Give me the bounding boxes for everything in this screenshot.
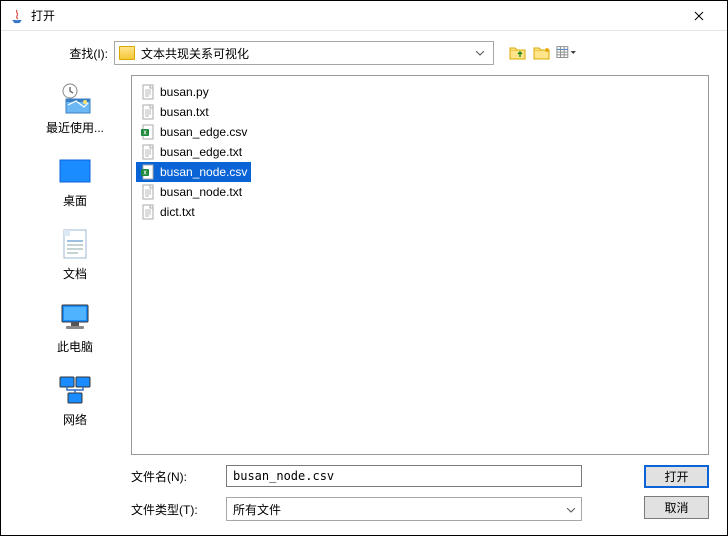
bottom-row: 文件名(N): 文件类型(T): 所有文件 打开 取消 <box>19 465 709 521</box>
sidebar-item-documents[interactable]: 文档 <box>19 227 131 282</box>
file-type-label: 文件类型(T): <box>131 501 226 518</box>
file-name: busan.py <box>160 85 209 99</box>
file-item[interactable]: busan_node.txt <box>136 182 246 202</box>
open-button[interactable]: 打开 <box>644 465 709 488</box>
text-file-icon <box>140 204 156 220</box>
sidebar-item-label: 网络 <box>63 411 87 428</box>
main-row: 最近使用... 桌面文档此电脑网络 busan.py busan.txt Xbusan… <box>19 75 709 455</box>
text-file-icon <box>140 84 156 100</box>
sidebar-item-label: 最近使用... <box>46 119 104 136</box>
folder-icon <box>119 46 135 60</box>
excel-file-icon: X <box>140 124 156 140</box>
file-item[interactable]: dict.txt <box>136 202 199 222</box>
file-item[interactable]: busan.py <box>136 82 213 102</box>
dialog-content: 查找(I): 文本共现关系可视化 最近使用. <box>1 31 727 535</box>
file-name: dict.txt <box>160 205 195 219</box>
close-button[interactable] <box>679 2 719 30</box>
bottom-fields: 文件名(N): 文件类型(T): 所有文件 <box>131 465 610 521</box>
file-name: busan.txt <box>160 105 209 119</box>
file-list[interactable]: busan.pybusan.txtXbusan_edge.csvbusan_ed… <box>131 75 709 455</box>
text-file-icon <box>140 104 156 120</box>
text-file-icon <box>140 184 156 200</box>
file-name-input[interactable] <box>226 465 582 487</box>
places-sidebar: 最近使用... 桌面文档此电脑网络 <box>19 75 131 455</box>
bottom-buttons: 打开 取消 <box>644 465 709 521</box>
look-in-select[interactable]: 文本共现关系可视化 <box>114 41 494 65</box>
file-item[interactable]: Xbusan_node.csv <box>136 162 251 182</box>
file-item[interactable]: busan_edge.txt <box>136 142 246 162</box>
network-icon <box>56 373 94 407</box>
chevron-down-icon <box>471 42 489 64</box>
window-title: 打开 <box>31 7 679 24</box>
toolbar <box>508 43 576 63</box>
sidebar-item-label: 桌面 <box>63 192 87 209</box>
file-item[interactable]: busan.txt <box>136 102 213 122</box>
file-name: busan_node.csv <box>160 165 247 179</box>
documents-icon <box>56 227 94 261</box>
desktop-icon <box>56 154 94 188</box>
file-name: busan_edge.txt <box>160 145 242 159</box>
java-icon <box>9 8 25 24</box>
file-item[interactable]: Xbusan_edge.csv <box>136 122 251 142</box>
open-dialog: 打开 查找(I): 文本共现关系可视化 <box>0 0 728 536</box>
new-folder-button[interactable] <box>532 43 552 63</box>
chevron-down-icon <box>567 502 575 516</box>
file-name: busan_node.txt <box>160 185 242 199</box>
computer-icon <box>56 300 94 334</box>
file-type-value: 所有文件 <box>233 501 567 518</box>
view-menu-button[interactable] <box>556 43 576 63</box>
text-file-icon <box>140 144 156 160</box>
look-in-label: 查找(I): <box>19 45 114 62</box>
file-type-select[interactable]: 所有文件 <box>226 497 582 521</box>
sidebar-item-computer[interactable]: 此电脑 <box>19 300 131 355</box>
look-in-row: 查找(I): 文本共现关系可视化 <box>19 41 709 65</box>
up-folder-button[interactable] <box>508 43 528 63</box>
excel-file-icon: X <box>140 164 156 180</box>
titlebar: 打开 <box>1 1 727 31</box>
sidebar-item-label: 文档 <box>63 265 87 282</box>
file-name: busan_edge.csv <box>160 125 247 139</box>
cancel-button[interactable]: 取消 <box>644 496 709 519</box>
sidebar-item-recent[interactable]: 最近使用... <box>19 81 131 136</box>
look-in-folder: 文本共现关系可视化 <box>141 45 471 62</box>
file-name-label: 文件名(N): <box>131 468 226 485</box>
recent-icon <box>56 81 94 115</box>
sidebar-item-label: 此电脑 <box>57 338 93 355</box>
sidebar-item-network[interactable]: 网络 <box>19 373 131 428</box>
sidebar-item-desktop[interactable]: 桌面 <box>19 154 131 209</box>
